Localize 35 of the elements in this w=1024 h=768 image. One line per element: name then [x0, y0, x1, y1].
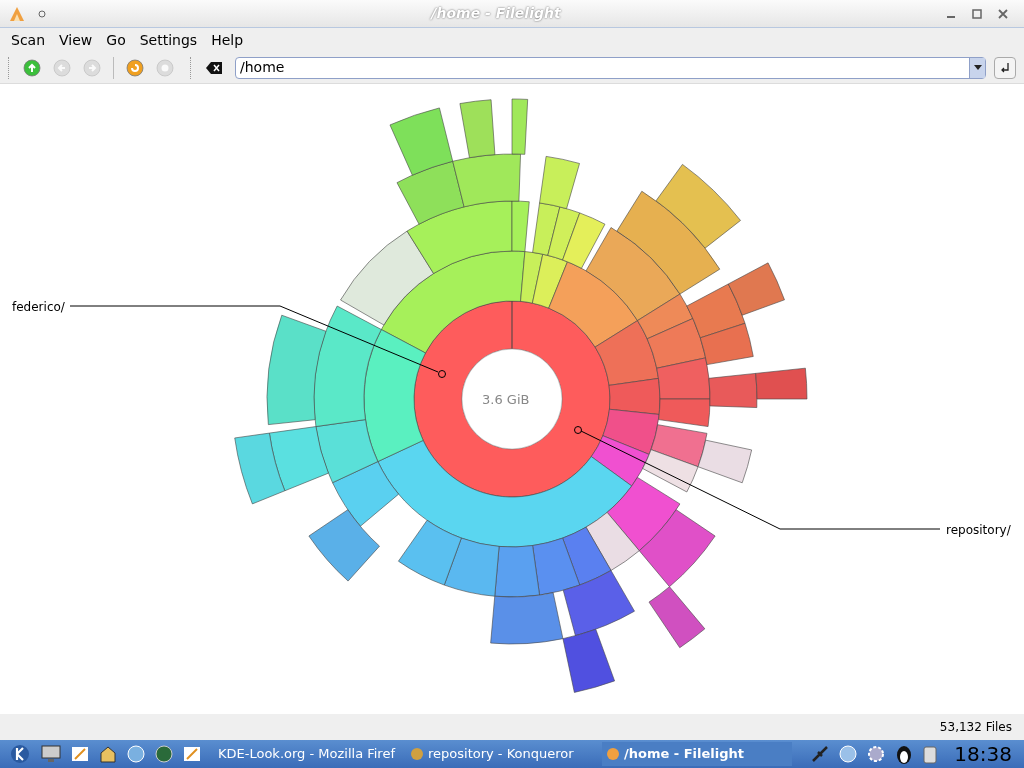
pencil-icon[interactable] — [182, 744, 202, 764]
app-icon — [606, 747, 620, 761]
center-size-label: 3.6 GiB — [482, 391, 530, 409]
menu-item[interactable]: View — [54, 29, 98, 51]
arrow-circle-icon — [23, 58, 41, 77]
folder-label[interactable]: repository/ — [946, 521, 1011, 539]
window-title: /home - Filelight — [429, 4, 563, 24]
house-icon[interactable] — [98, 744, 118, 764]
clock: 18:38 — [954, 741, 1012, 768]
arrow-circle-icon — [126, 58, 144, 77]
plug-icon[interactable] — [810, 744, 831, 764]
stop-icon — [156, 58, 174, 77]
enter-arrow-icon — [999, 61, 1011, 74]
menu-item[interactable]: Go — [101, 29, 131, 51]
menu-item[interactable]: Settings — [134, 29, 203, 51]
trash-icon[interactable] — [922, 744, 939, 764]
close-icon[interactable] — [998, 8, 1008, 19]
k-menu-icon[interactable] — [8, 743, 32, 765]
pencil-icon[interactable] — [70, 744, 90, 764]
taskbar-task[interactable]: /home - Filelight — [602, 742, 792, 766]
maximize-icon[interactable] — [972, 8, 982, 19]
gear-icon[interactable] — [866, 744, 887, 764]
arrow-circle-icon — [83, 58, 101, 77]
file-count: 53,132 Files — [939, 719, 1012, 736]
taskbar-task[interactable]: repository - Konqueror — [406, 742, 594, 766]
arrow-circle-icon — [53, 58, 71, 77]
clear-location-icon[interactable] — [205, 60, 223, 75]
folder-label[interactable]: federico/ — [12, 298, 65, 316]
monitor-icon[interactable] — [40, 744, 62, 764]
menu-item[interactable]: Scan — [6, 29, 51, 51]
menu-item[interactable]: Help — [206, 29, 249, 51]
go-button[interactable] — [994, 56, 1016, 79]
pin-icon[interactable] — [38, 9, 46, 18]
taskbar-task[interactable]: KDE-Look.org - Mozilla Firef — [210, 742, 398, 766]
app-icon — [410, 747, 424, 761]
